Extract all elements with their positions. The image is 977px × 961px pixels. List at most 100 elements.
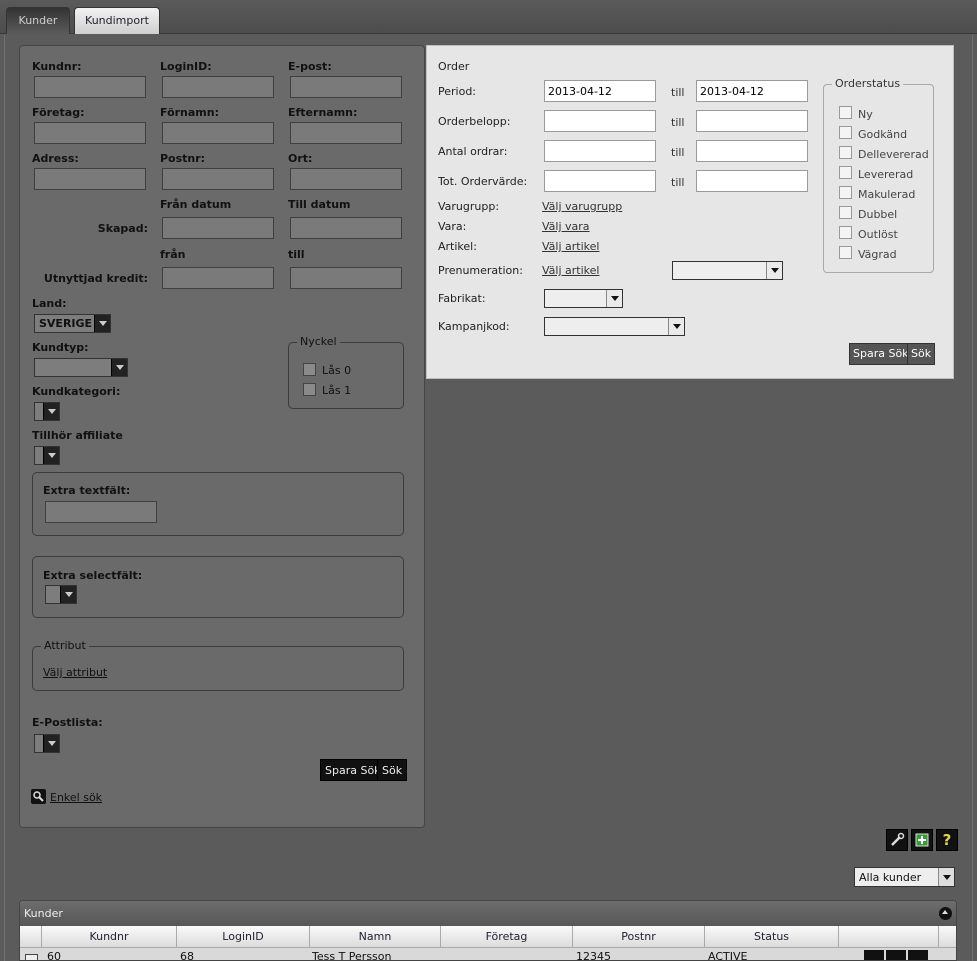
las0-checkbox[interactable] <box>303 363 316 376</box>
add-icon[interactable] <box>911 829 933 851</box>
skapad-from-input[interactable] <box>162 217 274 239</box>
status-makulerad-checkbox[interactable] <box>839 186 852 199</box>
chevron-down-icon <box>766 262 782 279</box>
extra-textfalt-input[interactable] <box>45 501 157 523</box>
chevron-down-icon <box>668 318 684 335</box>
status-godkand-checkbox[interactable] <box>839 126 852 139</box>
epostlista-select[interactable] <box>34 734 60 753</box>
affiliate-select[interactable] <box>34 446 60 465</box>
row-checkbox[interactable] <box>25 954 38 960</box>
column-header-foretag[interactable]: Företag <box>441 926 573 948</box>
las0-label: Lås 0 <box>322 364 352 377</box>
view-icon[interactable] <box>886 950 906 960</box>
postnr-label: Postnr: <box>160 152 206 165</box>
column-header-postnr[interactable]: Postnr <box>573 926 705 948</box>
status-godkand-label: Godkänd <box>858 128 908 141</box>
chevron-down-icon <box>606 290 622 307</box>
loginid-label: LoginID: <box>160 60 212 73</box>
customer-filter-select[interactable]: Alla kunder <box>854 867 955 887</box>
nyckel-legend: Nyckel <box>297 335 340 348</box>
search-icon[interactable] <box>31 789 46 804</box>
spara-sok-button[interactable]: Spara Sök <box>320 759 386 781</box>
collapse-icon[interactable] <box>939 907 952 920</box>
status-dellevererad-checkbox[interactable] <box>839 146 852 159</box>
loginid-input[interactable] <box>162 76 274 98</box>
customer-grid: Kunder Kundnr LoginID Namn Företag Postn… <box>19 900 957 961</box>
sok-button[interactable]: Sök <box>377 759 408 781</box>
valj-vara-link[interactable]: Välj vara <box>542 220 590 233</box>
orderstatus-fieldset: Orderstatus Ny Godkänd Dellevererad Leve… <box>823 77 934 273</box>
period-to-input[interactable]: 2013-04-12 <box>696 80 808 102</box>
orderbelopp-to-input[interactable] <box>696 110 808 132</box>
foretag-input[interactable] <box>34 122 146 144</box>
period-from-input[interactable]: 2013-04-12 <box>544 80 656 102</box>
kundtyp-label: Kundtyp: <box>32 341 89 354</box>
kundnr-input[interactable] <box>34 76 146 98</box>
postnr-input[interactable] <box>162 168 274 190</box>
valj-varugrupp-link[interactable]: Välj varugrupp <box>542 200 622 213</box>
kredit-from-input[interactable] <box>162 267 274 289</box>
tab-kundimport[interactable]: Kundimport <box>74 7 160 34</box>
land-select[interactable]: SVERIGE <box>34 314 111 333</box>
efternamn-label: Efternamn: <box>288 106 358 119</box>
cell-postnr: 12345 <box>576 950 611 961</box>
skapad-to-input[interactable] <box>290 217 402 239</box>
fornamn-input[interactable] <box>162 122 274 144</box>
enkel-sok-link[interactable]: Enkel sök <box>50 791 102 804</box>
till-label: till <box>288 248 305 261</box>
antal-ordrar-to-input[interactable] <box>696 140 808 162</box>
period-label: Period: <box>438 85 477 98</box>
order-sok-button[interactable]: Sök <box>907 343 936 365</box>
delete-icon[interactable] <box>908 950 928 960</box>
order-spara-sok-button[interactable]: Spara Sök <box>849 343 913 365</box>
kundtyp-select[interactable] <box>34 358 128 377</box>
orderbelopp-from-input[interactable] <box>544 110 656 132</box>
status-vagrad-label: Vägrad <box>858 248 897 261</box>
epost-input[interactable] <box>290 76 402 98</box>
kundkategori-select[interactable] <box>34 402 60 421</box>
wrench-icon[interactable] <box>886 829 908 851</box>
cell-status: ACTIVE <box>708 950 748 961</box>
prenumeration-select[interactable] <box>672 261 783 280</box>
foretag-label: Företag: <box>32 106 85 119</box>
status-outlost-checkbox[interactable] <box>839 226 852 239</box>
valj-attribut-link[interactable]: Välj attribut <box>43 666 107 679</box>
fabrikat-select[interactable] <box>544 289 623 308</box>
skapad-label: Skapad: <box>97 222 148 235</box>
prenumeration-valj-artikel-link[interactable]: Välj artikel <box>542 264 599 277</box>
varugrupp-label: Varugrupp: <box>438 200 500 213</box>
tot-ordervarde-from-input[interactable] <box>544 170 656 192</box>
extra-select-fieldset: Extra selectfält: <box>32 556 404 618</box>
antal-ordrar-from-input[interactable] <box>544 140 656 162</box>
column-header-kundnr[interactable]: Kundnr <box>42 926 177 948</box>
tab-kunder[interactable]: Kunder <box>6 7 70 34</box>
status-vagrad-checkbox[interactable] <box>839 246 852 259</box>
column-header-status[interactable]: Status <box>705 926 839 948</box>
fran-datum-label: Från datum <box>160 198 232 211</box>
tot-ordervarde-to-input[interactable] <box>696 170 808 192</box>
kredit-to-input[interactable] <box>290 267 402 289</box>
las1-checkbox[interactable] <box>303 383 316 396</box>
kampanjkod-select[interactable] <box>544 317 685 336</box>
status-levererad-checkbox[interactable] <box>839 166 852 179</box>
status-dubbel-checkbox[interactable] <box>839 206 852 219</box>
help-icon[interactable]: ? <box>936 829 958 851</box>
land-label: Land: <box>32 297 67 310</box>
fornamn-label: Förnamn: <box>160 106 219 119</box>
ort-input[interactable] <box>290 168 402 190</box>
artikel-label: Artikel: <box>438 240 477 253</box>
column-header-loginid[interactable]: LoginID <box>177 926 310 948</box>
till-datum-label: Till datum <box>288 198 351 211</box>
extra-selectfalt-select[interactable] <box>45 585 77 604</box>
adress-input[interactable] <box>34 168 146 190</box>
scrollbar-up[interactable] <box>939 926 956 948</box>
status-ny-checkbox[interactable] <box>839 106 852 119</box>
chevron-down-icon <box>60 586 76 603</box>
edit-icon[interactable] <box>864 950 884 960</box>
tot-ordervarde-label: Tot. Ordervärde: <box>438 175 528 188</box>
vara-label: Vara: <box>438 220 467 233</box>
column-header-namn[interactable]: Namn <box>310 926 441 948</box>
valj-artikel-link[interactable]: Välj artikel <box>542 240 599 253</box>
efternamn-input[interactable] <box>290 122 402 144</box>
till-label: till <box>671 146 685 159</box>
